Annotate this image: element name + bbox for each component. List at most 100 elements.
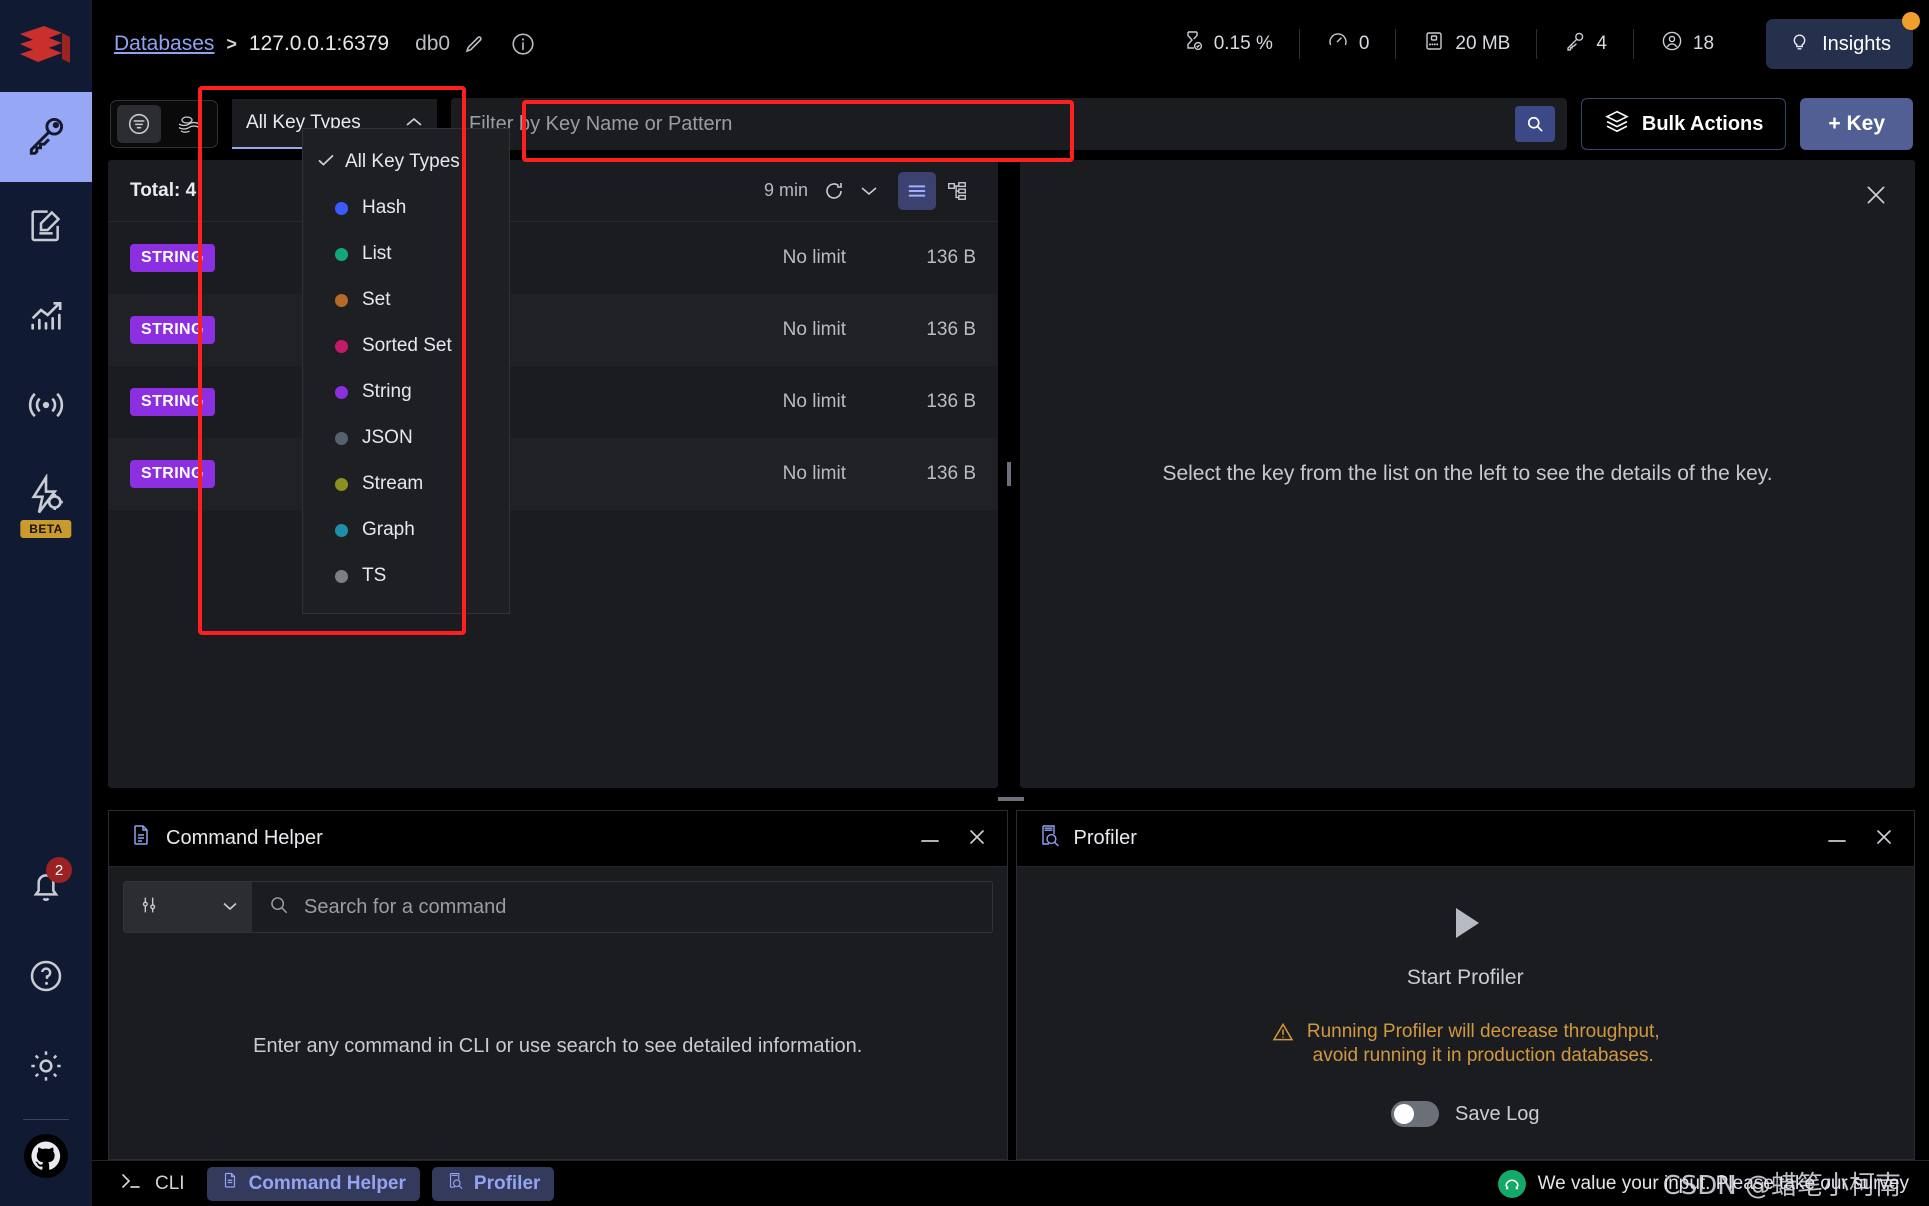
top-bar: Databases > 127.0.0.1:6379 db0 0.15 % 0 … xyxy=(92,0,1929,88)
type-color-dot xyxy=(335,569,348,583)
profiler-actions xyxy=(1826,827,1894,851)
dropdown-item-hash[interactable]: Hash xyxy=(303,185,509,231)
search-button[interactable] xyxy=(1514,106,1555,142)
start-profiler-label[interactable]: Start Profiler xyxy=(1407,966,1524,990)
memory-card-icon xyxy=(1422,29,1446,59)
sidebar-item-workbench[interactable] xyxy=(0,182,92,272)
stat-commands-value: 0 xyxy=(1358,33,1370,54)
sidebar-item-browser[interactable] xyxy=(0,92,92,182)
key-size: 136 B xyxy=(926,391,976,412)
tree-view-icon[interactable] xyxy=(938,172,976,210)
command-search-field[interactable] xyxy=(252,882,992,932)
sidebar-item-triggers-and-functions[interactable]: BETA xyxy=(0,452,92,542)
table-row[interactable]: STRING No limit 136 B xyxy=(108,366,998,438)
noodles-icon[interactable] xyxy=(167,105,211,143)
chevron-down-icon[interactable] xyxy=(860,185,878,197)
close-icon[interactable] xyxy=(1874,827,1894,851)
question-circle-icon xyxy=(26,956,66,1001)
dropdown-item-label: Stream xyxy=(362,473,424,494)
refresh-icon[interactable] xyxy=(822,179,846,203)
close-icon[interactable] xyxy=(1863,182,1889,213)
save-log-row: Save Log xyxy=(1390,1101,1540,1128)
github-icon[interactable] xyxy=(24,1134,68,1178)
bar-chart-icon xyxy=(26,295,66,340)
stat-memory[interactable]: 20 MB xyxy=(1395,29,1536,59)
key-types-dropdown[interactable]: All Key Types Hash List Set Sorted Set S… xyxy=(302,128,510,614)
bulk-actions-label: Bulk Actions xyxy=(1641,112,1764,135)
dropdown-item-ts[interactable]: TS xyxy=(303,553,509,599)
key-ttl: No limit xyxy=(782,463,846,484)
command-search-input[interactable] xyxy=(304,895,992,919)
layers-icon xyxy=(1604,108,1630,140)
table-row[interactable]: STRING No limit 136 B xyxy=(108,294,998,366)
horizontal-splitter[interactable] xyxy=(92,788,1929,810)
status-tab-profiler[interactable]: Profiler xyxy=(431,1166,555,1201)
command-helper-search-bar xyxy=(123,881,993,933)
vertical-splitter[interactable] xyxy=(998,160,1020,788)
add-key-button[interactable]: + Key xyxy=(1800,98,1913,150)
edit-document-icon xyxy=(26,205,66,250)
command-helper-title: Command Helper xyxy=(166,827,323,849)
dropdown-item-sorted-set[interactable]: Sorted Set xyxy=(303,323,509,369)
dropdown-item-label: TS xyxy=(362,565,387,586)
stat-commands[interactable]: 0 xyxy=(1298,29,1396,59)
table-row[interactable]: STRING No limit 136 B xyxy=(108,222,998,294)
breadcrumb-databases-link[interactable]: Databases xyxy=(114,32,214,56)
filter-circle-icon[interactable] xyxy=(117,105,161,143)
cli-label: CLI xyxy=(155,1172,185,1194)
stat-connected-clients[interactable]: 18 xyxy=(1632,29,1740,59)
list-view-icon[interactable] xyxy=(898,171,936,210)
close-icon[interactable] xyxy=(967,827,987,851)
profiler-warning-text: Running Profiler will decrease throughpu… xyxy=(1307,1020,1660,1068)
type-color-dot xyxy=(335,247,348,261)
insights-label: Insights xyxy=(1822,32,1891,55)
insights-button[interactable]: Insights xyxy=(1766,12,1920,69)
stat-cpu[interactable]: 0.15 % xyxy=(1155,29,1299,59)
sidebar-item-settings[interactable] xyxy=(0,1023,92,1113)
sidebar-item-pub-sub[interactable] xyxy=(0,362,92,452)
dropdown-item-label: Sorted Set xyxy=(362,335,452,356)
info-circle-icon[interactable] xyxy=(510,31,536,57)
sliders-icon xyxy=(138,894,160,921)
breadcrumb-database: db0 xyxy=(415,32,451,55)
profiler-start-area: Start Profiler Running Profiler will dec… xyxy=(1271,899,1660,1128)
stat-keys[interactable]: 4 xyxy=(1536,29,1633,59)
dropdown-item-json[interactable]: JSON xyxy=(303,415,509,461)
save-log-toggle[interactable] xyxy=(1390,1101,1439,1128)
redisinsight-window: BETA 2 Databases > 127.0.0.1:6379 db0 0.… xyxy=(0,0,1929,1206)
status-tab-command-helper[interactable]: Command Helper xyxy=(206,1166,420,1201)
key-size: 136 B xyxy=(926,319,976,340)
type-color-dot xyxy=(335,431,348,445)
left-navigation-rail: BETA 2 xyxy=(0,0,92,1206)
dropdown-item-list[interactable]: List xyxy=(303,231,509,277)
profiler-panel: Profiler Start Profiler Running Profiler… xyxy=(1015,810,1915,1160)
pencil-icon[interactable] xyxy=(462,32,486,56)
keys-list-header-actions: 9 min xyxy=(764,171,976,210)
play-icon[interactable] xyxy=(1441,899,1489,952)
minimize-icon[interactable] xyxy=(919,828,941,850)
dropdown-item-graph[interactable]: Graph xyxy=(303,507,509,553)
dropdown-item-string[interactable]: String xyxy=(303,369,509,415)
dropdown-item-set[interactable]: Set xyxy=(303,277,509,323)
cli-button[interactable]: CLI xyxy=(110,1171,195,1197)
minimize-icon[interactable] xyxy=(1826,828,1848,850)
search-input[interactable] xyxy=(469,112,1515,136)
dropdown-item-all-key-types[interactable]: All Key Types xyxy=(303,139,509,185)
save-log-label: Save Log xyxy=(1454,1102,1540,1125)
bulk-actions-button[interactable]: Bulk Actions xyxy=(1580,98,1787,150)
key-filter-field[interactable] xyxy=(451,98,1567,150)
table-row[interactable]: STRING No limit 136 B xyxy=(108,438,998,510)
stat-cpu-value: 0.15 % xyxy=(1213,33,1273,54)
command-helper-hint: Enter any command in CLI or use search t… xyxy=(253,1034,863,1057)
sidebar-item-analysis-tools[interactable] xyxy=(0,272,92,362)
command-filter-select[interactable] xyxy=(124,882,252,932)
sidebar-item-help[interactable] xyxy=(0,933,92,1023)
redis-logo[interactable] xyxy=(0,0,92,92)
profiler-search-icon xyxy=(446,1171,464,1197)
feedback-area[interactable]: We value your input. Please take our sur… xyxy=(1497,1169,1915,1198)
dropdown-item-label: JSON xyxy=(362,427,413,448)
sidebar-item-notifications[interactable]: 2 xyxy=(0,843,92,933)
keys-list-panel: Total: 4 9 min STRING No limit 136 B STR… xyxy=(108,160,998,788)
dropdown-item-stream[interactable]: Stream xyxy=(303,461,509,507)
key-ttl: No limit xyxy=(782,391,846,412)
